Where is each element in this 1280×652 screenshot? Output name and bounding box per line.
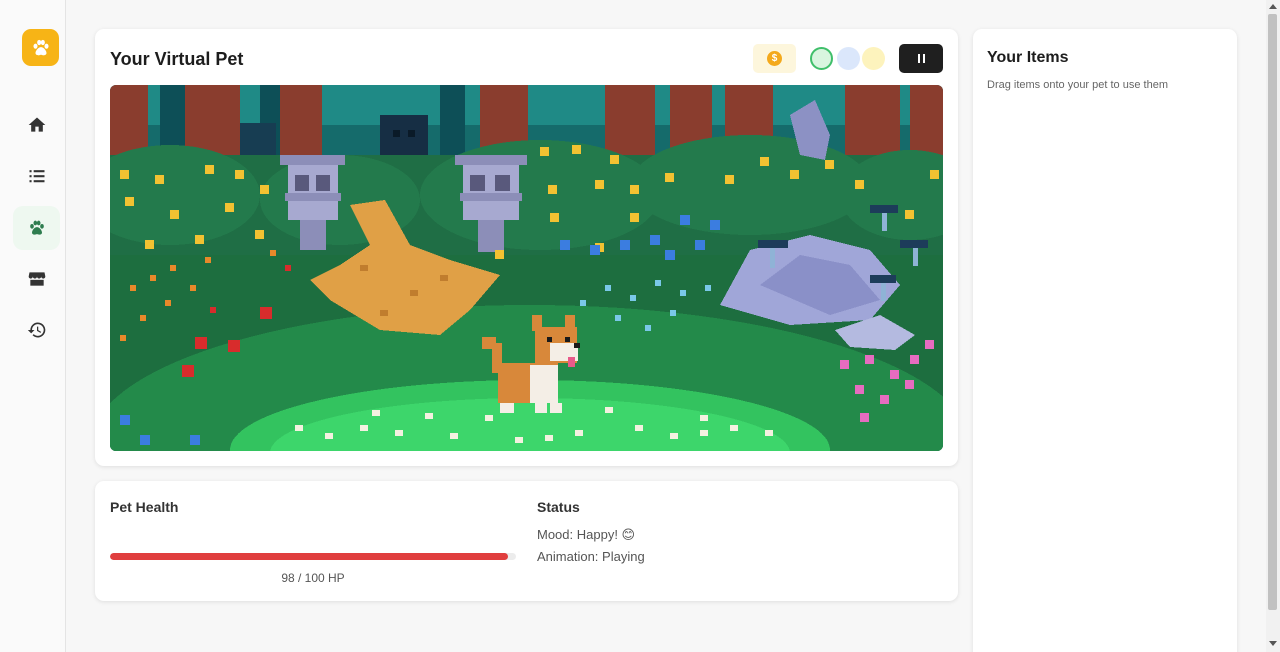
health-bar	[110, 553, 516, 560]
pet-scene[interactable]	[110, 85, 943, 451]
store-icon	[28, 272, 45, 286]
nav-home[interactable]	[13, 103, 60, 147]
items-panel: Your Items Drag items onto your pet to u…	[973, 29, 1237, 652]
theme-swatch-blue[interactable]	[837, 47, 860, 70]
nav-pet[interactable]	[13, 206, 60, 250]
list-icon	[29, 170, 44, 183]
scroll-down-icon[interactable]	[1269, 641, 1277, 646]
pet-title: Your Virtual Pet	[110, 49, 244, 69]
nav-history[interactable]	[13, 308, 60, 352]
nav-list[interactable]	[13, 154, 60, 198]
items-title: Your Items	[987, 49, 1069, 66]
health-value: 98 / 100 HP	[281, 571, 345, 585]
forest-scene-illustration	[110, 85, 943, 451]
health-bar-fill	[110, 553, 508, 560]
health-title: Pet Health	[110, 499, 179, 515]
app-logo[interactable]	[22, 29, 59, 66]
theme-swatch-yellow[interactable]	[862, 47, 885, 70]
sidebar	[0, 0, 66, 652]
scroll-up-icon[interactable]	[1269, 4, 1277, 9]
home-icon	[28, 117, 45, 132]
paw-icon	[32, 39, 49, 55]
paw-icon	[29, 220, 44, 235]
coin-symbol: $	[771, 53, 778, 64]
mood-text: Mood: Happy! 😊	[537, 527, 636, 542]
pause-icon	[916, 54, 926, 63]
page-scrollbar[interactable]	[1266, 0, 1280, 652]
items-description: Drag items onto your pet to use them	[987, 79, 1168, 91]
pet-health-card: Pet Health 98 / 100 HP Status Mood: Happ…	[95, 481, 958, 601]
animation-text: Animation: Playing	[537, 549, 645, 564]
pause-button[interactable]	[899, 44, 943, 73]
virtual-pet-card: Your Virtual Pet $	[95, 29, 958, 466]
nav-store[interactable]	[13, 257, 60, 301]
theme-swatch-green[interactable]	[810, 47, 833, 70]
scroll-thumb[interactable]	[1268, 14, 1277, 610]
coin-button[interactable]: $	[753, 44, 796, 73]
status-title: Status	[537, 499, 580, 515]
coin-icon: $	[767, 51, 782, 66]
history-icon	[27, 322, 45, 338]
